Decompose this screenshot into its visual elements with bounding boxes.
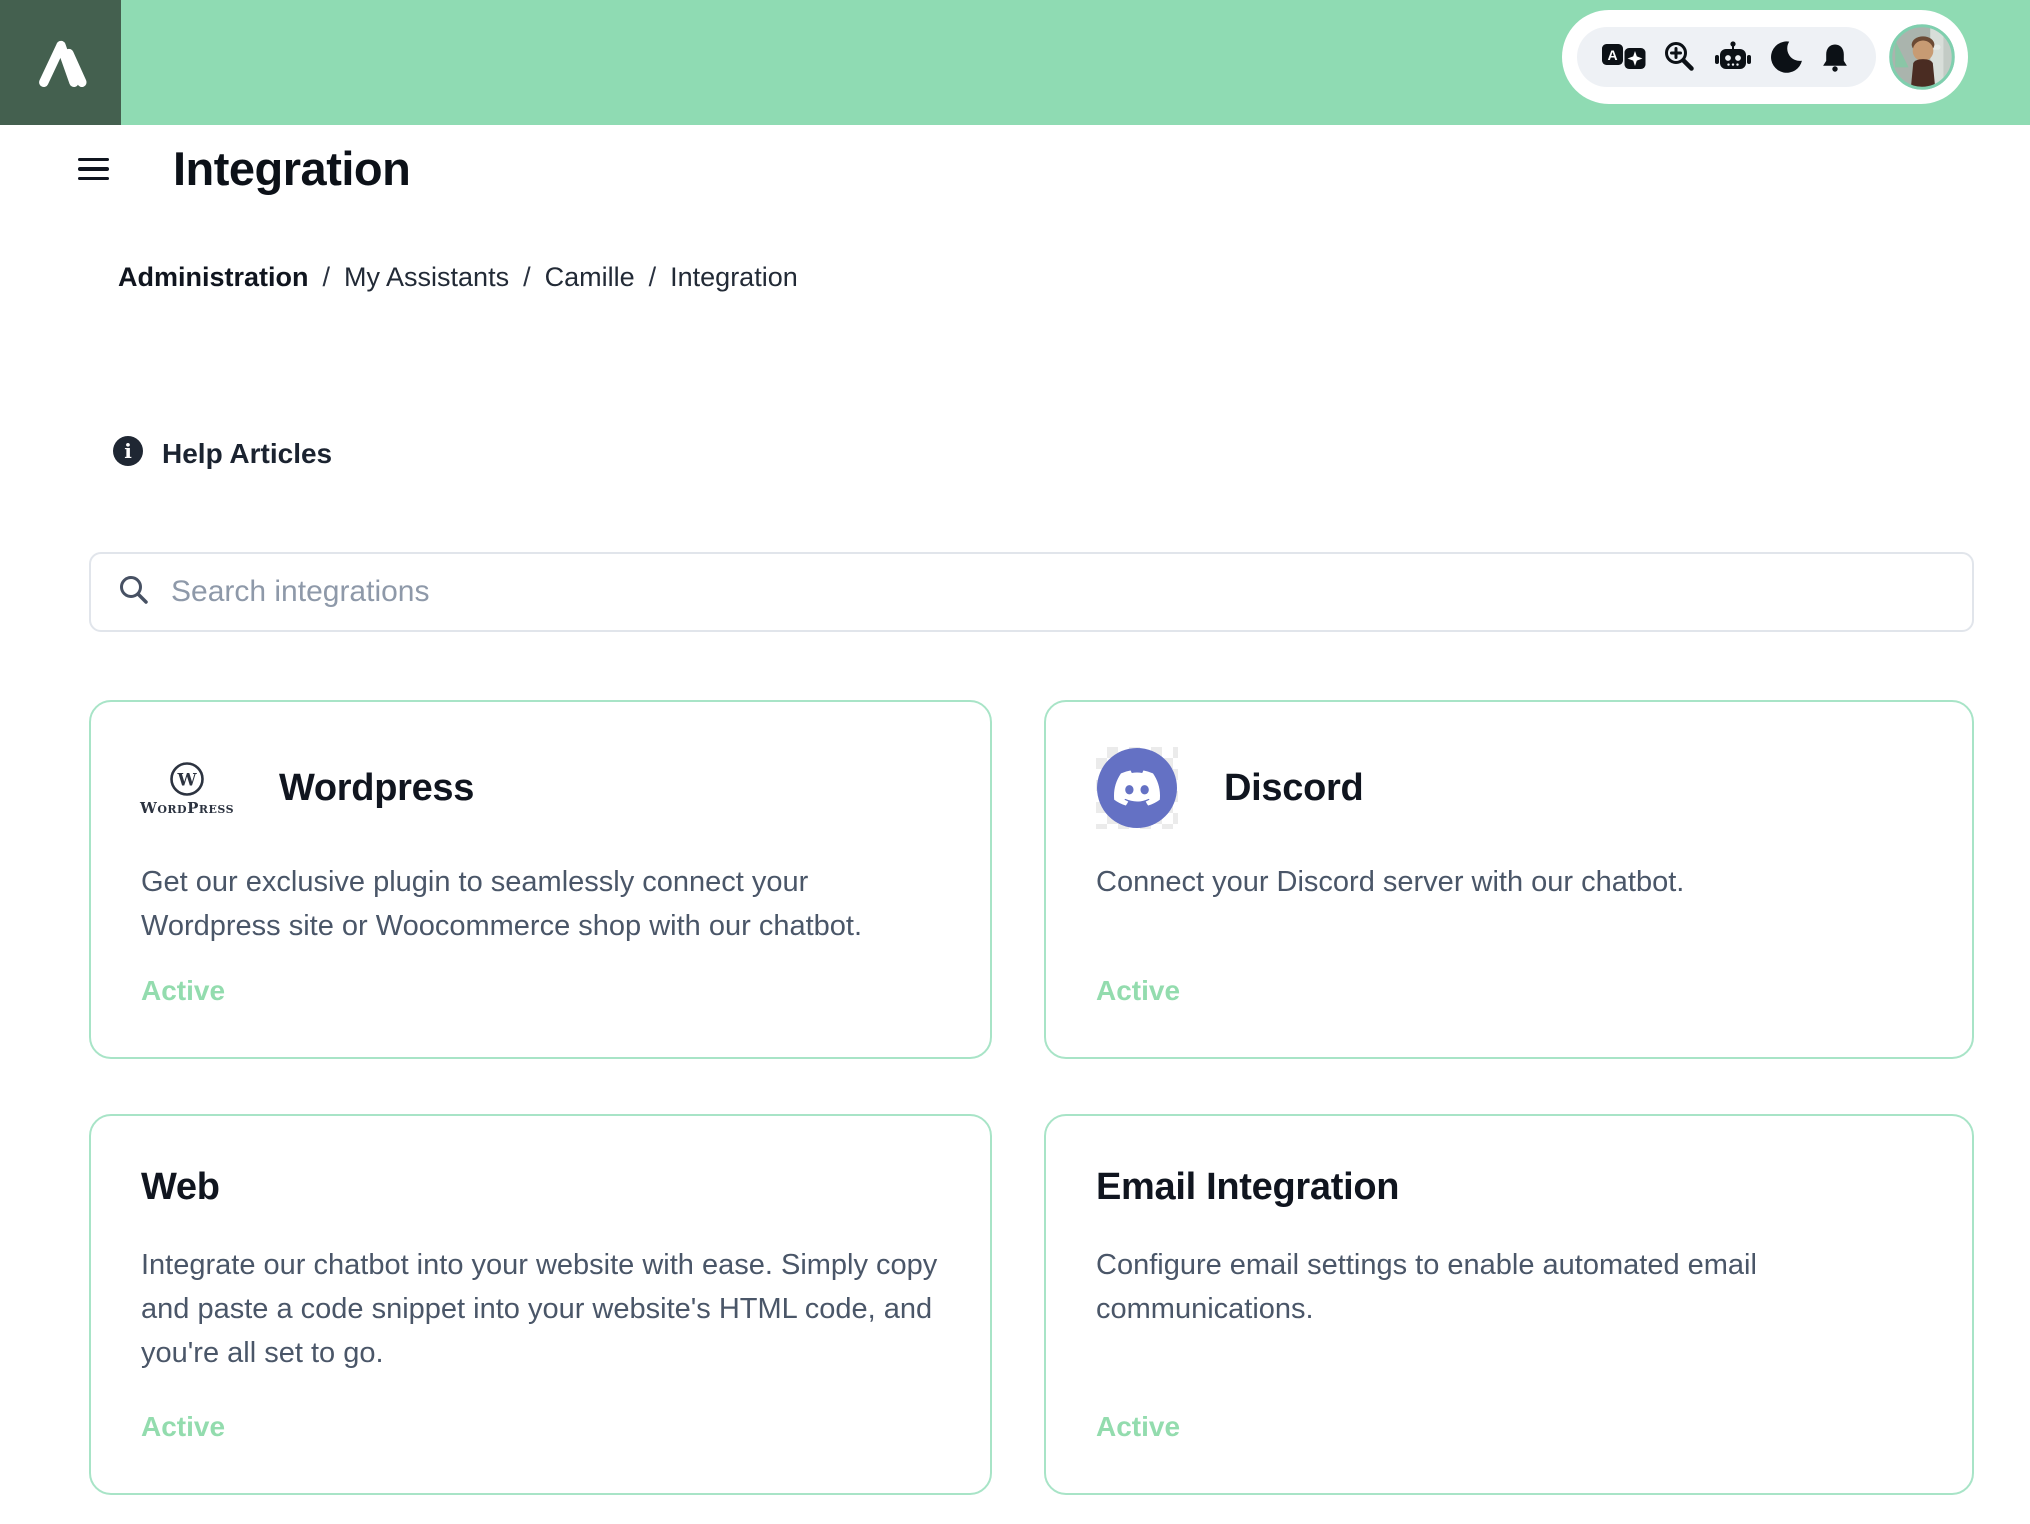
robot-icon[interactable] [1713, 40, 1753, 74]
help-articles-label: Help Articles [162, 437, 333, 469]
utility-pill: A [1562, 10, 1968, 104]
breadcrumb-separator: / [523, 262, 531, 292]
translate-icon[interactable]: A [1601, 39, 1647, 75]
wordpress-logo-text: WordPress [139, 799, 235, 817]
integration-cards-grid: W WordPress Wordpress Get our exclusive … [89, 700, 2030, 1495]
card-title: Email Integration [1096, 1166, 1400, 1208]
svg-text:W: W [176, 771, 197, 791]
topbar: A [0, 0, 2030, 125]
icon-tray: A [1577, 27, 1876, 87]
search-box [89, 552, 1974, 632]
card-title: Web [141, 1166, 220, 1208]
help-articles-link[interactable]: i Help Articles [112, 435, 2030, 472]
breadcrumb-item-camille[interactable]: Camille [545, 259, 635, 295]
brand-logo[interactable] [0, 0, 121, 125]
status-badge: Active [141, 975, 226, 1006]
info-icon: i [112, 435, 144, 472]
discord-logo-icon [1096, 747, 1178, 829]
card-description: Integrate our chatbot into your website … [141, 1249, 938, 1369]
notifications-bell-icon[interactable] [1818, 40, 1852, 74]
card-description: Connect your Discord server with our cha… [1096, 866, 1685, 898]
breadcrumb: Administration / My Assistants / Camille… [118, 259, 2030, 295]
brand-logo-icon [25, 24, 97, 101]
status-badge: Active [1096, 975, 1181, 1006]
breadcrumb-item-integration[interactable]: Integration [670, 259, 798, 295]
card-title: Discord [1224, 766, 1364, 809]
dark-mode-moon-icon[interactable] [1767, 39, 1803, 75]
page-title: Integration [173, 142, 411, 195]
card-description: Configure email settings to enable autom… [1096, 1249, 1757, 1325]
svg-text:i: i [124, 439, 132, 463]
card-wordpress[interactable]: W WordPress Wordpress Get our exclusive … [89, 700, 992, 1059]
wordpress-logo-icon: W WordPress [139, 759, 235, 817]
search-icon [117, 573, 151, 612]
card-web[interactable]: Web Integrate our chatbot into your webs… [89, 1114, 992, 1495]
breadcrumb-separator: / [322, 262, 331, 292]
card-description: Get our exclusive plugin to seamlessly c… [141, 866, 863, 942]
menu-hamburger-button[interactable] [78, 154, 109, 184]
status-badge: Active [141, 1411, 226, 1442]
search-input[interactable] [171, 575, 1946, 609]
status-badge: Active [1096, 1411, 1181, 1442]
breadcrumb-item-administration[interactable]: Administration [118, 259, 309, 295]
breadcrumb-separator: / [648, 262, 657, 292]
card-email-integration[interactable]: Email Integration Configure email settin… [1044, 1114, 1974, 1495]
breadcrumb-item-my-assistants[interactable]: My Assistants [344, 259, 509, 295]
user-avatar[interactable] [1889, 24, 1955, 90]
card-title: Wordpress [279, 766, 475, 809]
zoom-in-icon[interactable] [1662, 39, 1698, 75]
svg-text:A: A [1607, 47, 1617, 63]
card-discord[interactable]: Discord Connect your Discord server with… [1044, 700, 1974, 1059]
